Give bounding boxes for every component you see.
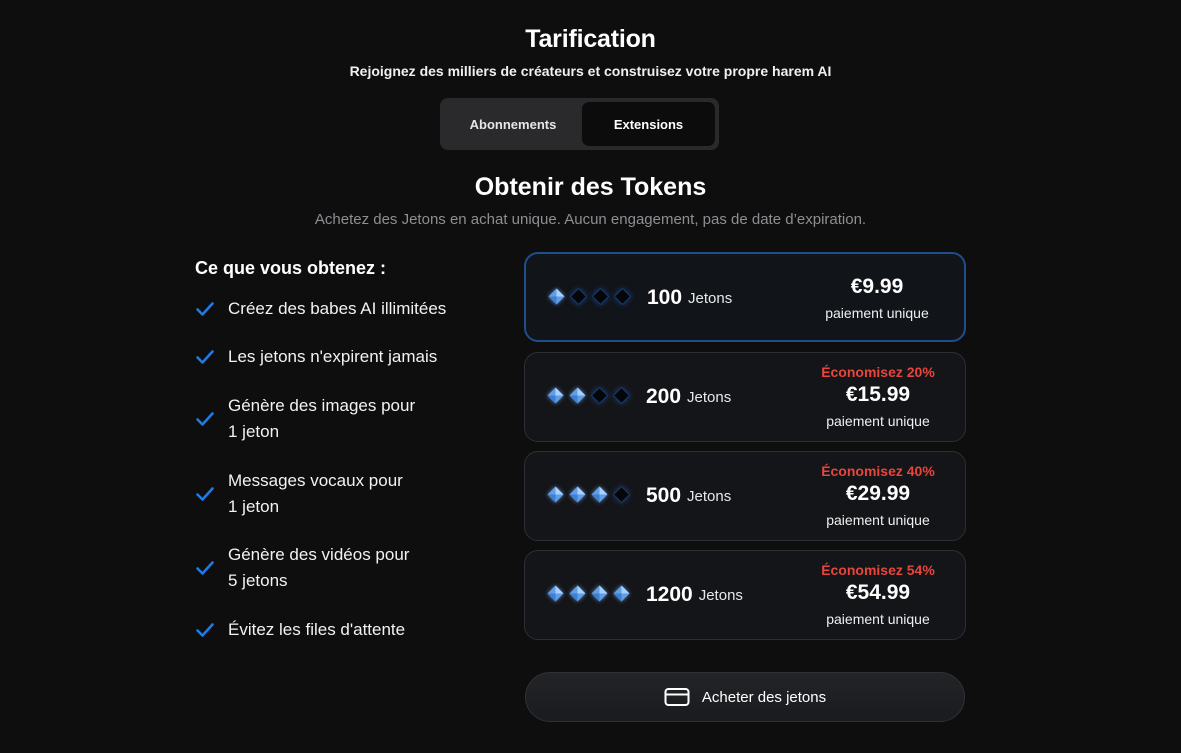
buy-button-label: Acheter des jetons <box>701 688 827 706</box>
pack-pricing: Économisez 54% €54.99 paiement unique <box>813 551 943 639</box>
gem-row <box>547 486 630 503</box>
savings-badge: Économisez 20% <box>821 364 935 380</box>
buy-tokens-button[interactable]: Acheter des jetons <box>525 672 965 722</box>
feature-text: Génère des vidéos pour 5 jetons <box>228 545 410 590</box>
feature-text: Les jetons n'expirent jamais <box>228 347 438 366</box>
gem-row <box>547 585 630 602</box>
feature-item: Messages vocaux pour 1 jeton <box>195 468 495 520</box>
page-title: Tarification <box>525 25 656 53</box>
feature-text: Messages vocaux pour 1 jeton <box>228 471 403 516</box>
pack-amount: 1200 Jetons <box>646 583 743 606</box>
feature-item: Génère des vidéos pour 5 jetons <box>195 542 495 594</box>
plan-toggle: Abonnements Extensions <box>440 98 719 150</box>
pack-price: €54.99 <box>845 581 911 604</box>
gem-row <box>548 288 631 305</box>
gem-lit-icon <box>547 585 564 602</box>
pack-pricing: Économisez 40% €29.99 paiement unique <box>813 452 943 540</box>
savings-badge: Économisez 54% <box>821 562 935 578</box>
check-icon <box>196 623 214 637</box>
feature-item: Évitez les files d'attente <box>195 617 495 643</box>
gem-row <box>547 387 630 404</box>
page-subtitle: Rejoignez des milliers de créateurs et c… <box>349 63 832 79</box>
pack-pricing: Économisez 20% €15.99 paiement unique <box>813 353 943 441</box>
check-icon <box>196 302 214 316</box>
savings-badge: Économisez 40% <box>821 463 935 479</box>
gem-dim-icon <box>613 486 630 503</box>
pricing-page: Tarification Rejoignez des milliers de c… <box>0 0 1181 753</box>
feature-text: Créez des babes AI illimitées <box>228 299 447 318</box>
payment-type: paiement unique <box>826 512 930 528</box>
gem-dim-icon <box>592 288 609 305</box>
pack-price: €29.99 <box>845 482 911 505</box>
payment-type: paiement unique <box>826 611 930 627</box>
gem-lit-icon <box>569 387 586 404</box>
pack-amount: 100 Jetons <box>647 286 733 309</box>
section-title: Obtenir des Tokens <box>474 173 707 201</box>
check-icon <box>196 412 214 426</box>
pack-amount: 200 Jetons <box>646 385 732 408</box>
pack-card-200[interactable]: 200 Jetons Économisez 20% €15.99 paiemen… <box>524 352 966 442</box>
gem-dim-icon <box>591 387 608 404</box>
gem-dim-icon <box>613 387 630 404</box>
gem-lit-icon <box>569 486 586 503</box>
pack-amount: 500 Jetons <box>646 484 732 507</box>
section-subtitle: Achetez des Jetons en achat unique. Aucu… <box>314 211 867 228</box>
gem-lit-icon <box>547 486 564 503</box>
pack-card-1200[interactable]: 1200 Jetons Économisez 54% €54.99 paieme… <box>524 550 966 640</box>
pack-price: €15.99 <box>845 383 911 406</box>
pack-card-100[interactable]: 100 Jetons €9.99 paiement unique <box>524 252 966 342</box>
gem-lit-icon <box>548 288 565 305</box>
check-icon <box>196 350 214 364</box>
gem-lit-icon <box>569 585 586 602</box>
credit-card-icon <box>664 688 690 706</box>
payment-type: paiement unique <box>826 413 930 429</box>
pack-card-500[interactable]: 500 Jetons Économisez 40% €29.99 paiemen… <box>524 451 966 541</box>
feature-text: Génère des images pour 1 jeton <box>228 396 416 441</box>
feature-item: Les jetons n'expirent jamais <box>195 344 495 370</box>
gem-lit-icon <box>547 387 564 404</box>
features-heading: Ce que vous obtenez : <box>195 258 387 278</box>
gem-dim-icon <box>570 288 587 305</box>
gem-dim-icon <box>614 288 631 305</box>
feature-text: Évitez les files d'attente <box>228 620 406 639</box>
gem-lit-icon <box>613 585 630 602</box>
feature-item: Créez des babes AI illimitées <box>195 296 495 322</box>
gem-lit-icon <box>591 585 608 602</box>
pack-price: €9.99 <box>850 275 904 298</box>
gem-lit-icon <box>591 486 608 503</box>
tab-extensions[interactable]: Extensions <box>582 102 715 146</box>
tab-abonnements[interactable]: Abonnements <box>444 102 582 146</box>
pack-pricing: €9.99 paiement unique <box>812 254 942 342</box>
feature-item: Génère des images pour 1 jeton <box>195 393 495 445</box>
check-icon <box>196 561 214 575</box>
payment-type: paiement unique <box>825 305 929 321</box>
check-icon <box>196 487 214 501</box>
